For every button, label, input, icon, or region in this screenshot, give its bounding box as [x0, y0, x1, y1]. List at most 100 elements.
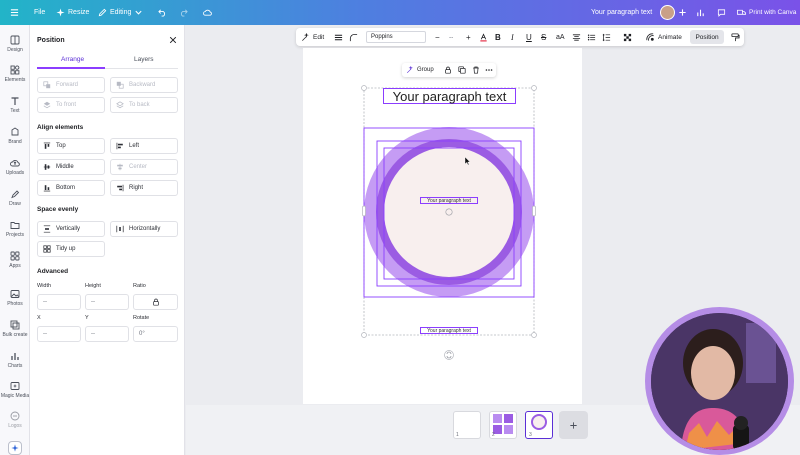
close-icon[interactable]	[169, 36, 177, 44]
align-left-button[interactable]: Left	[110, 138, 178, 154]
to-back-icon	[116, 101, 124, 109]
thumbnail-circle	[531, 414, 547, 430]
underline-button[interactable]: U	[526, 28, 532, 46]
group-magic-icon	[406, 66, 413, 74]
font-family-select[interactable]: Poppins	[366, 31, 426, 43]
rail-item-elements[interactable]: Elements	[0, 65, 30, 83]
tab-layers[interactable]: Layers	[134, 56, 154, 63]
add-page-button[interactable]	[559, 411, 588, 439]
rail-item-logos[interactable]: Logos	[0, 411, 30, 429]
comments-button[interactable]	[717, 8, 726, 17]
animate-button[interactable]: Animate	[646, 28, 682, 46]
inner-paragraph-text[interactable]: Your paragraph text	[420, 197, 478, 204]
rotate-input[interactable]: 0°	[133, 326, 178, 342]
page-number: 2	[492, 432, 495, 438]
font-size-decrease-button[interactable]: −	[435, 28, 440, 46]
group-button[interactable]: Group	[406, 63, 434, 77]
text-color-button[interactable]	[479, 28, 488, 46]
strikethrough-button[interactable]: S	[541, 28, 546, 46]
print-with-canva-button[interactable]: Print with Canva	[737, 5, 796, 20]
undo-button[interactable]	[158, 8, 167, 17]
rail-item-brand[interactable]: Brand	[0, 127, 30, 145]
rotate-label: Rotate	[133, 315, 150, 321]
add-collaborator-button[interactable]	[678, 8, 687, 17]
rail-item-design[interactable]: Design	[0, 35, 30, 53]
elements-icon	[10, 65, 20, 75]
rail-item-draw[interactable]: Draw	[0, 189, 30, 207]
duplicate-icon[interactable]	[458, 66, 466, 74]
editing-mode-button[interactable]: Editing	[98, 8, 143, 17]
height-input[interactable]: --	[85, 294, 129, 310]
cloud-save-button[interactable]	[203, 8, 212, 17]
paragraph-text-heading[interactable]: Your paragraph text	[383, 88, 516, 104]
font-size-increase-button[interactable]: +	[466, 28, 471, 46]
align-right-button[interactable]: Right	[110, 180, 178, 196]
rail-item-projects[interactable]: Projects	[0, 220, 30, 238]
rail-item-magic-media[interactable]: Magic Media	[0, 381, 30, 399]
align-top-icon	[43, 142, 51, 149]
ratio-lock-button[interactable]	[133, 294, 178, 310]
more-options-icon[interactable]	[485, 66, 493, 74]
rail-item-bulk-create[interactable]: Bulk create	[0, 320, 30, 338]
forward-button[interactable]: Forward	[37, 77, 105, 93]
rail-item-uploads[interactable]: Uploads	[0, 158, 30, 176]
width-input[interactable]: --	[37, 294, 81, 310]
left-nav-rail: Design Elements Text Brand Uploads Draw …	[0, 25, 30, 455]
italic-button[interactable]: I	[511, 28, 514, 46]
x-input[interactable]: --	[37, 326, 81, 342]
plus-icon	[570, 421, 577, 429]
to-front-icon	[43, 101, 51, 109]
page-number: 3	[529, 432, 532, 438]
text-align-button[interactable]	[572, 28, 581, 46]
rail-item-apps[interactable]: Apps	[0, 251, 30, 269]
edit-button[interactable]: Edit	[301, 28, 324, 46]
align-center-button[interactable]: Center	[110, 159, 178, 175]
button-label: Forward	[56, 82, 79, 88]
bottom-paragraph-text[interactable]: Your paragraph text	[420, 327, 478, 334]
rail-label: Uploads	[5, 170, 25, 176]
copy-style-button[interactable]	[731, 28, 740, 46]
list-button[interactable]	[587, 28, 596, 46]
align-bottom-button[interactable]: Bottom	[37, 180, 105, 196]
editing-label: Editing	[110, 9, 132, 16]
border-style-button[interactable]	[334, 28, 343, 46]
backward-button[interactable]: Backward	[110, 77, 178, 93]
corner-rounding-button[interactable]	[349, 28, 358, 46]
strikethrough-icon: S	[541, 32, 547, 42]
file-menu-button[interactable]: File	[34, 9, 45, 16]
insights-button[interactable]	[696, 8, 705, 17]
tab-arrange[interactable]: Arrange	[61, 56, 84, 63]
align-top-button[interactable]: Top	[37, 138, 105, 154]
width-label: Width	[37, 283, 52, 289]
rail-item-text[interactable]: Text	[0, 96, 30, 114]
font-size-input[interactable]: --	[449, 28, 453, 46]
photos-icon	[10, 290, 20, 298]
space-vertically-button[interactable]: Vertically	[37, 221, 105, 237]
resize-button[interactable]: Resize	[56, 8, 89, 17]
space-horizontally-button[interactable]: Horizontally	[110, 221, 178, 237]
text-icon	[11, 97, 19, 105]
magic-assistant-button[interactable]	[8, 441, 22, 455]
document-title[interactable]: Your paragraph text	[591, 9, 652, 16]
bold-button[interactable]: B	[495, 28, 501, 46]
y-input[interactable]: --	[85, 326, 129, 342]
trash-icon[interactable]	[472, 66, 480, 74]
redo-button[interactable]	[179, 8, 188, 17]
print-label: Print with Canva	[749, 9, 797, 16]
user-avatar[interactable]	[660, 5, 675, 20]
space-horizontally-icon	[116, 225, 124, 233]
position-button[interactable]: Position	[690, 30, 724, 44]
lock-icon[interactable]	[444, 66, 452, 74]
tidy-up-button[interactable]: Tidy up	[37, 241, 105, 257]
align-middle-button[interactable]: Middle	[37, 159, 105, 175]
transparency-button[interactable]	[623, 28, 632, 46]
heading-text: Your paragraph text	[392, 88, 507, 104]
rail-item-charts[interactable]: Charts	[0, 351, 30, 369]
thumbnail-tile	[493, 414, 502, 423]
to-back-button[interactable]: To back	[110, 97, 178, 113]
rail-item-photos[interactable]: Photos	[0, 289, 30, 307]
spacing-button[interactable]	[602, 28, 611, 46]
letter-case-button[interactable]: aA	[556, 28, 565, 46]
menu-button[interactable]	[10, 8, 19, 17]
to-front-button[interactable]: To front	[37, 97, 105, 113]
